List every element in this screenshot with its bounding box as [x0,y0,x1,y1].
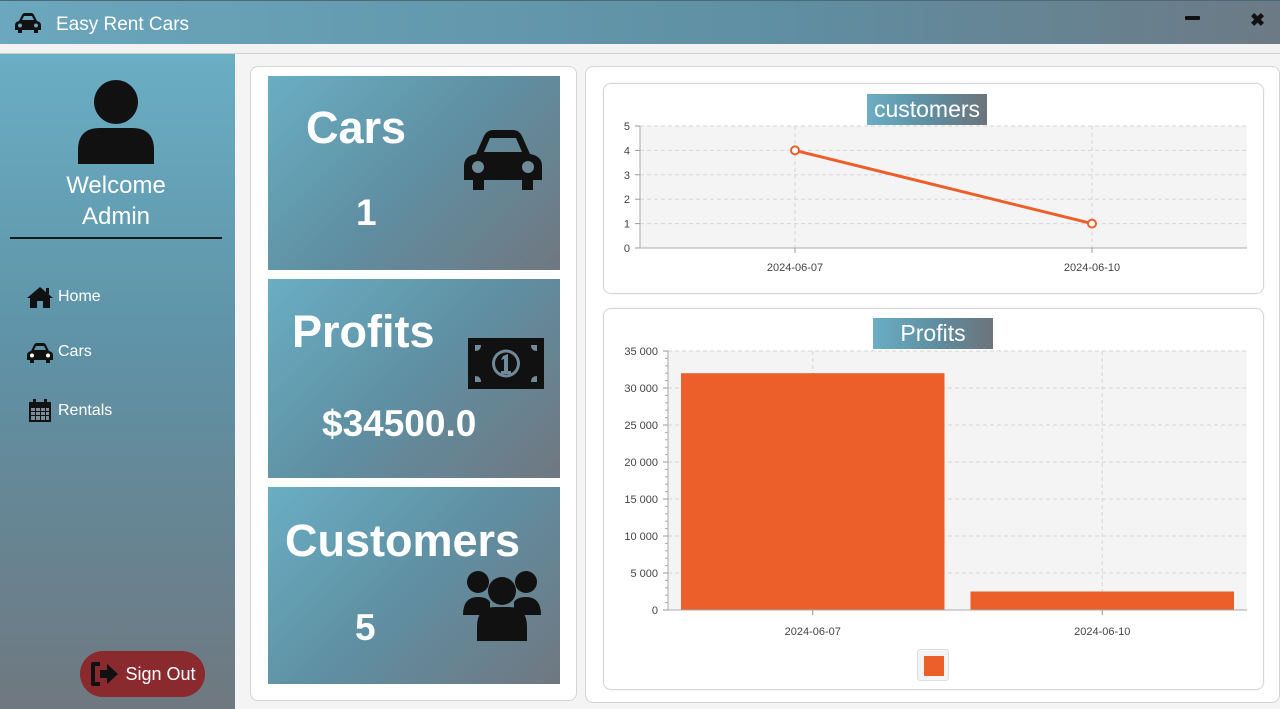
y-tick-label: 2 [624,194,630,206]
chart-legend [917,649,949,681]
sign-out-label: Sign Out [125,663,196,684]
sign-out-icon [91,662,119,686]
profits-amount: $34500.0 [322,403,477,444]
window-title: Easy Rent Cars [56,14,190,35]
users-icon [463,571,541,641]
sidebar-item-home[interactable]: Home [26,282,101,312]
sign-out-button[interactable]: Sign Out [80,651,205,697]
calendar-icon [29,399,51,422]
profits-label: Profits [292,306,435,357]
y-tick-label: 5 [624,121,630,133]
y-tick-label: 15 000 [624,494,658,506]
title-bar: Easy Rent Cars ✖ [0,0,1280,44]
car-icon [27,343,53,363]
cars-card: Cars 1 [268,76,560,270]
data-point [790,145,800,156]
profits-card: Profits $34500.0 [268,279,560,478]
data-point [1087,218,1097,229]
profits-chart: Profits 05 000 10 000 15 000 20 000 25 000 30… [603,308,1264,690]
close-icon[interactable]: ✖ [1250,11,1265,29]
sidebar-item-label: Home [58,288,101,305]
y-tick-label: 0 [624,243,630,255]
cars-label: Cars [306,102,407,153]
legend-swatch [924,656,944,676]
welcome-line: Welcome [66,172,166,199]
y-tick-label: 1 [624,219,630,231]
y-tick-label: 4 [624,145,630,157]
car-icon [15,13,41,33]
menu-strip [0,44,1280,54]
y-tick-label: 5 000 [630,568,658,580]
sidebar-item-label: Cars [58,343,92,360]
customers-count: 5 [355,607,376,648]
car-icon [464,130,542,190]
charts-panel: customers 0 1 2 3 4 5 2024-06-07 2024-06-10 Pro… [585,66,1280,703]
sidebar-item-label: Rentals [58,402,113,419]
y-tick-label: 20 000 [624,457,658,469]
x-tick-label: 2024-06-10 [1074,626,1130,638]
y-tick-label: 30 000 [624,383,658,395]
customers-plot: 0 1 2 3 4 5 2024-06-07 2024-06-10 [624,121,1247,274]
divider [10,237,222,239]
bar [681,373,945,610]
customers-label: Customers [285,515,521,566]
x-tick-label: 2024-06-07 [767,262,823,274]
y-tick-label: 25 000 [624,420,658,432]
welcome-text: Welcome Admin [0,170,232,232]
y-tick-label: 10 000 [624,531,658,543]
y-tick-label: 0 [652,605,658,617]
user-icon [78,80,154,164]
y-tick-label: 3 [624,170,630,182]
stats-panel: Cars 1 Profits $34500.0 Customers 5 [250,66,577,701]
x-tick-label: 2024-06-10 [1064,262,1120,274]
sidebar-item-rentals[interactable]: Rentals [26,396,112,426]
profits-plot: 0 5 000 10 000 15 000 20 000 25 000 30 000 35 0… [624,346,1247,638]
home-icon [27,287,53,308]
money-bill-icon [468,338,544,389]
x-tick-label: 2024-06-07 [785,626,841,638]
bar [970,591,1234,610]
y-tick-label: 35 000 [624,346,658,358]
sidebar: Welcome Admin Home Cars Rentals Sign Out [0,54,235,709]
customers-card: Customers 5 [268,487,560,684]
sidebar-item-cars[interactable]: Cars [26,337,92,367]
cars-count: 1 [356,192,377,233]
minimize-icon[interactable] [1185,16,1200,20]
customers-chart: customers 0 1 2 3 4 5 2024-06-07 2024-06-10 [603,83,1264,294]
admin-name: Admin [81,203,151,230]
